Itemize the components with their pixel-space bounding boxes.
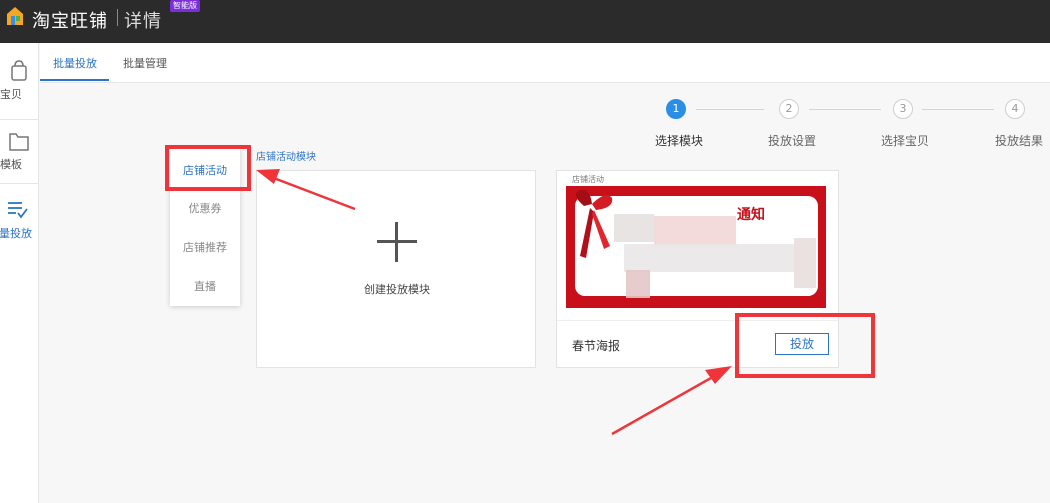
arrow-head-icon (705, 366, 732, 384)
annotation-arrows (256, 169, 732, 436)
arrow-head-icon (256, 169, 280, 184)
annotation-arrow-line (270, 175, 356, 211)
annotation-arrow-line (611, 372, 719, 436)
